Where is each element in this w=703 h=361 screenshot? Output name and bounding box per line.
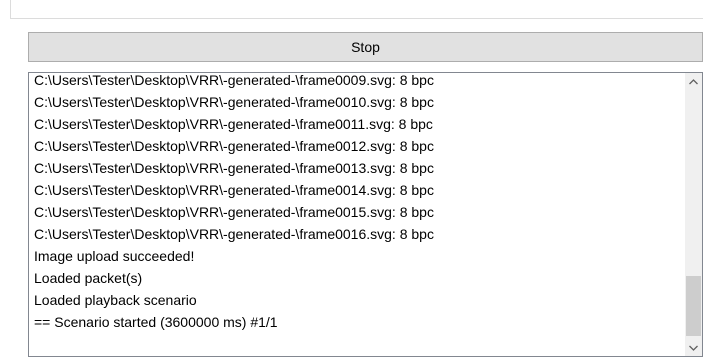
log-line: C:\Users\Tester\Desktop\VRR\-generated-\… (34, 116, 433, 132)
top-panel (10, 0, 703, 19)
log-line: Image upload succeeded! (34, 248, 195, 264)
log-line: C:\Users\Tester\Desktop\VRR\-generated-\… (34, 160, 434, 176)
log-line: C:\Users\Tester\Desktop\VRR\-generated-\… (34, 226, 434, 242)
vertical-scrollbar[interactable] (685, 73, 702, 356)
log-lines: C:\Users\Tester\Desktop\VRR\-generated-\… (34, 72, 678, 333)
log-line: C:\Users\Tester\Desktop\VRR\-generated-\… (34, 182, 434, 198)
log-line: C:\Users\Tester\Desktop\VRR\-generated-\… (34, 94, 434, 110)
log-line: Loaded playback scenario (34, 292, 197, 308)
log-line: Loaded packet(s) (34, 270, 143, 286)
log-line: C:\Users\Tester\Desktop\VRR\-generated-\… (34, 204, 434, 220)
log-line: == Scenario started (3600000 ms) #1/1 (34, 314, 278, 330)
chevron-down-icon (689, 345, 698, 351)
scrollbar-thumb[interactable] (686, 276, 701, 336)
scroll-up-button[interactable] (685, 73, 702, 90)
stop-button[interactable]: Stop (28, 32, 703, 62)
chevron-up-icon (689, 78, 698, 84)
log-line: C:\Users\Tester\Desktop\VRR\-generated-\… (34, 72, 434, 88)
log-output[interactable]: C:\Users\Tester\Desktop\VRR\-generated-\… (28, 72, 703, 357)
scroll-down-button[interactable] (685, 339, 702, 356)
log-line: C:\Users\Tester\Desktop\VRR\-generated-\… (34, 138, 434, 154)
